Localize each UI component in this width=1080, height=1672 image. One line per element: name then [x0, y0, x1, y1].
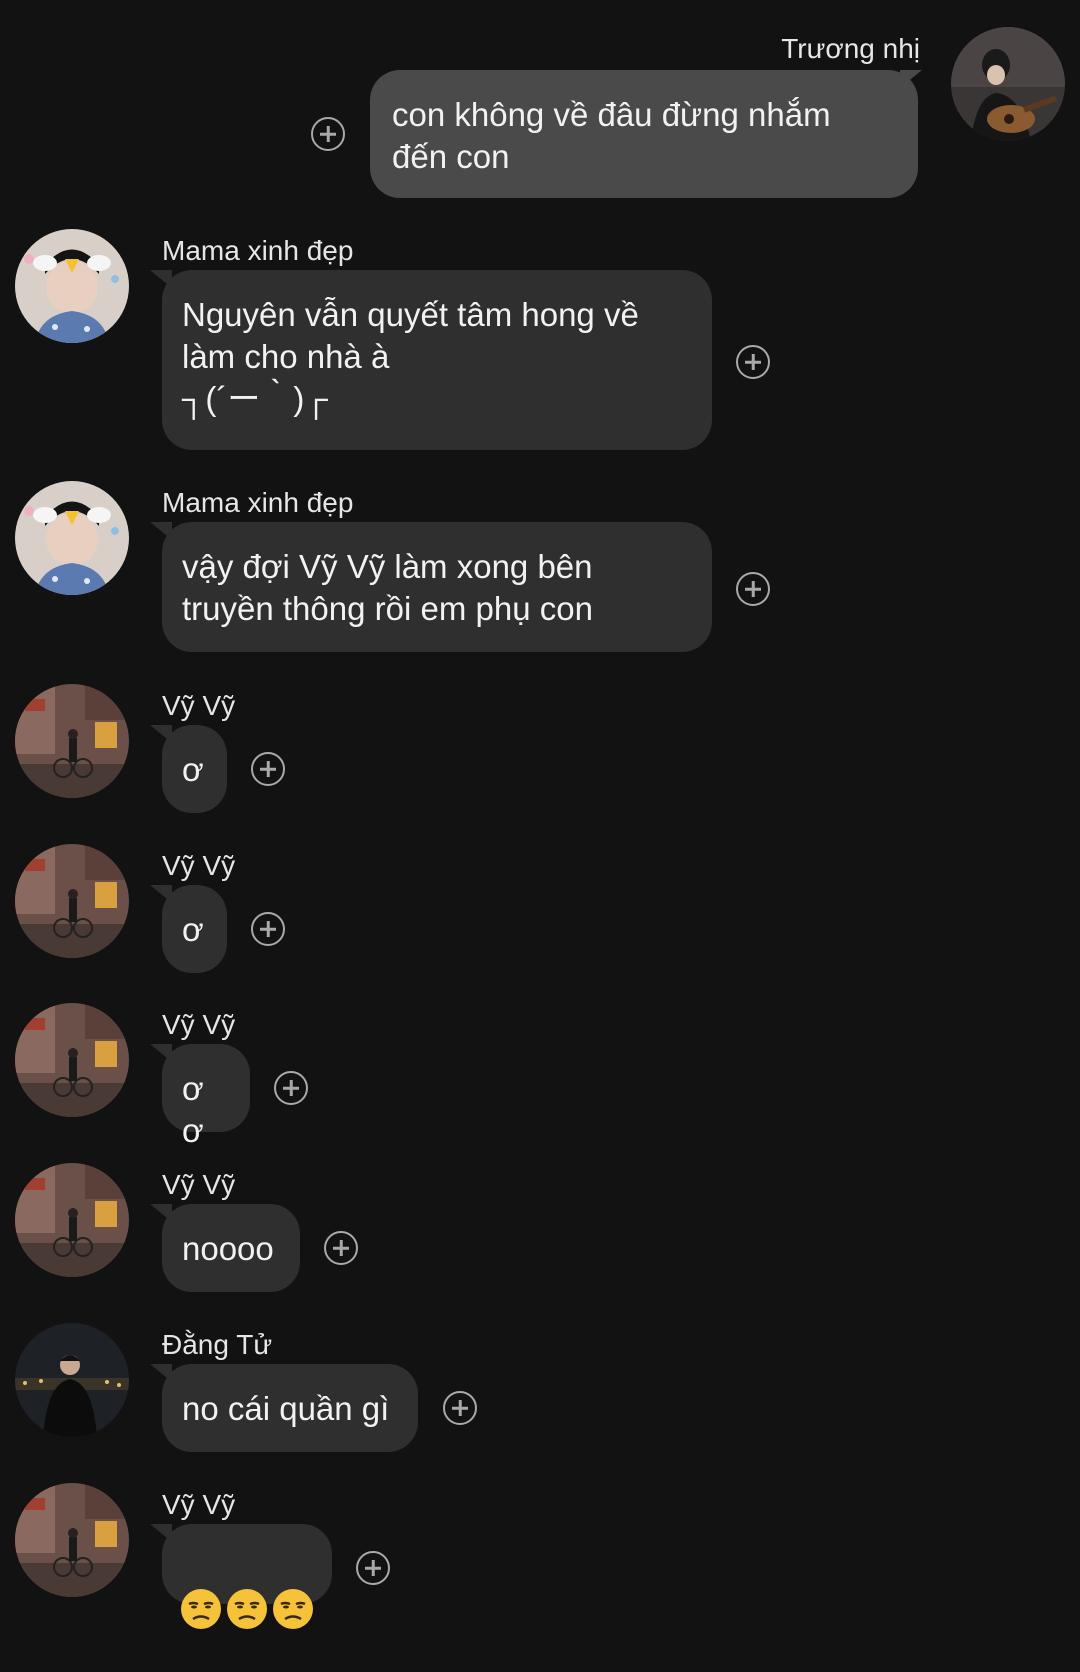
street-bicycle-avatar-icon: [15, 684, 129, 798]
avatar[interactable]: [15, 1163, 129, 1277]
add-reaction-icon[interactable]: [736, 572, 770, 606]
unamused-face-icon: [273, 1589, 313, 1629]
cow-ears-avatar-icon: [15, 481, 129, 595]
avatar[interactable]: [15, 1483, 129, 1597]
night-city-avatar-icon: [15, 1323, 129, 1437]
sender-name: Vỹ Vỹ: [162, 1489, 236, 1520]
street-bicycle-avatar-icon: [15, 1483, 129, 1597]
message-bubble[interactable]: noooo: [162, 1204, 300, 1292]
add-reaction-icon[interactable]: [274, 1071, 308, 1105]
avatar[interactable]: [15, 1323, 129, 1437]
street-bicycle-avatar-icon: [15, 1163, 129, 1277]
message-outgoing: Trương nhị con không về đâu đừng nhắm đế…: [0, 0, 1080, 200]
add-reaction-icon[interactable]: [311, 117, 345, 151]
chat-thread: Trương nhị con không về đâu đừng nhắm đế…: [0, 0, 1080, 1629]
message-bubble[interactable]: no cái quần gì: [162, 1364, 418, 1452]
sender-name: Vỹ Vỹ: [162, 690, 236, 721]
add-reaction-icon[interactable]: [251, 912, 285, 946]
unamused-face-icon: [181, 1589, 221, 1629]
message-bubble[interactable]: Nguyên vẫn quyết tâm hong về làm cho nhà…: [162, 270, 712, 450]
avatar[interactable]: [15, 844, 129, 958]
add-reaction-icon[interactable]: [443, 1391, 477, 1425]
sender-name: Vỹ Vỹ: [162, 1009, 236, 1040]
add-reaction-icon[interactable]: [356, 1551, 390, 1585]
add-reaction-icon[interactable]: [251, 752, 285, 786]
avatar[interactable]: [15, 229, 129, 343]
cow-ears-avatar-icon: [15, 229, 129, 343]
message-bubble[interactable]: ơ: [162, 725, 227, 813]
sender-name: Vỹ Vỹ: [162, 1169, 236, 1200]
sender-name: Vỹ Vỹ: [162, 850, 236, 881]
message-bubble[interactable]: ơ: [162, 885, 227, 973]
avatar[interactable]: [15, 481, 129, 595]
sender-name: Mama xinh đẹp: [162, 487, 354, 518]
add-reaction-icon[interactable]: [324, 1231, 358, 1265]
guitar-player-avatar-icon: [951, 27, 1065, 141]
avatar[interactable]: [15, 1003, 129, 1117]
sender-name: Mama xinh đẹp: [162, 235, 354, 266]
unamused-face-icon: [227, 1589, 267, 1629]
add-reaction-icon[interactable]: [736, 345, 770, 379]
street-bicycle-avatar-icon: [15, 1003, 129, 1117]
message-bubble[interactable]: [162, 1524, 332, 1629]
sender-name: Đằng Tử: [162, 1329, 273, 1360]
message-bubble[interactable]: vậy đợi Vỹ Vỹ làm xong bên truyền thông …: [162, 522, 712, 652]
emoji-row: [180, 1586, 314, 1630]
avatar[interactable]: [15, 684, 129, 798]
message-bubble[interactable]: ơ ơ: [162, 1044, 250, 1149]
message-bubble[interactable]: con không về đâu đừng nhắm đến con: [370, 70, 918, 198]
street-bicycle-avatar-icon: [15, 844, 129, 958]
sender-name: Trương nhị: [781, 33, 920, 64]
avatar[interactable]: [951, 27, 1065, 141]
